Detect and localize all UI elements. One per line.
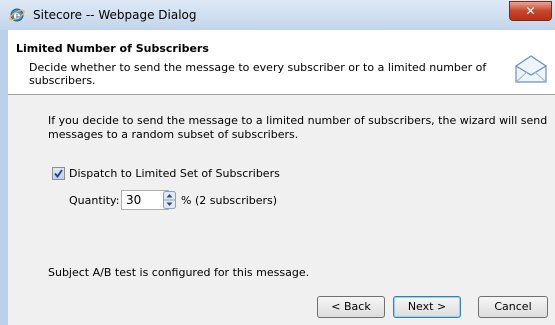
dispatch-checkbox-label[interactable]: Dispatch to Limited Set of Subscribers (69, 167, 280, 180)
envelope-icon (515, 55, 547, 83)
quantity-input[interactable] (121, 190, 169, 210)
webpage-dialog-window: e Sitecore -- Webpage Dialog ✕ Limited N… (0, 0, 555, 325)
quantity-suffix: % (2 subscribers) (181, 194, 278, 207)
wizard-header: Limited Number of Subscribers Decide whe… (8, 30, 555, 95)
page-description: Decide whether to send the message to ev… (29, 61, 487, 87)
quantity-label: Quantity: (69, 194, 120, 207)
cancel-button[interactable]: Cancel (478, 296, 548, 318)
back-button[interactable]: < Back (317, 296, 385, 318)
checkmark-icon (54, 169, 63, 178)
page-title: Limited Number of Subscribers (16, 42, 209, 55)
dialog-content: Limited Number of Subscribers Decide whe… (8, 30, 555, 325)
close-button[interactable]: ✕ (509, 1, 552, 21)
internet-explorer-icon: e (9, 8, 25, 22)
quantity-spinner[interactable] (163, 191, 176, 209)
ab-test-status: Subject A/B test is configured for this … (48, 266, 310, 279)
title-bar[interactable]: e Sitecore -- Webpage Dialog ✕ (0, 0, 555, 30)
window-title: Sitecore -- Webpage Dialog (33, 8, 197, 22)
info-text: If you decide to send the message to a l… (48, 114, 548, 141)
next-button[interactable]: Next > (393, 296, 461, 318)
dispatch-checkbox[interactable] (52, 167, 65, 180)
